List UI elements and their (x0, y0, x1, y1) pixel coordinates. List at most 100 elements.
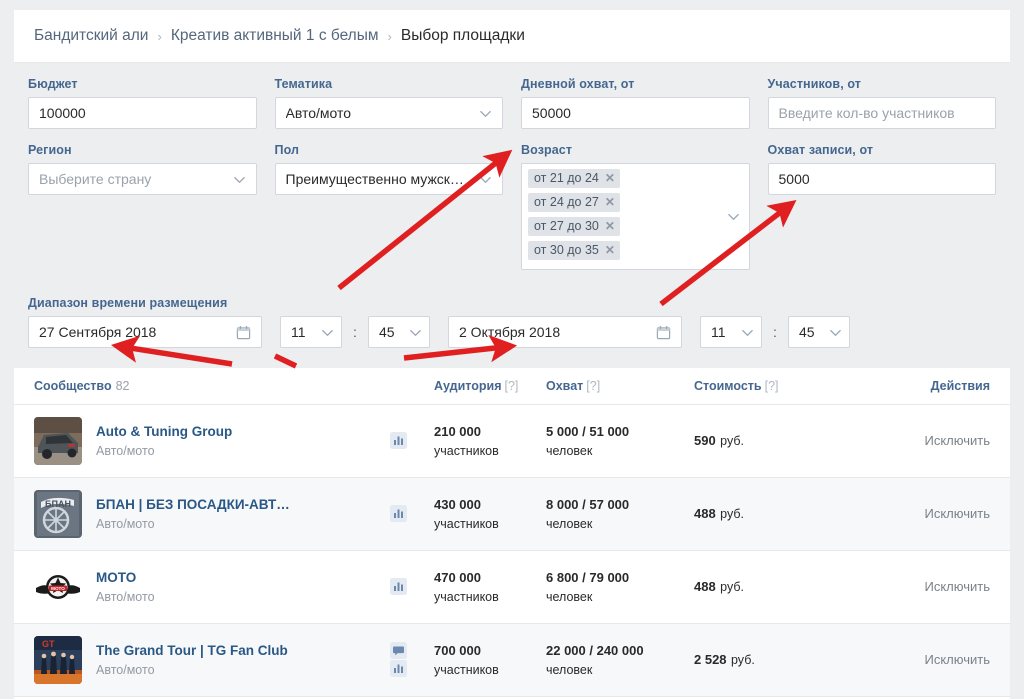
time-range-row: 27 Сентября 2018 11: 45 2 Октября 2018 … (28, 316, 996, 348)
help-icon[interactable]: [?] (505, 379, 519, 393)
help-icon[interactable]: [?] (765, 379, 779, 393)
table-row[interactable]: БПАН БПАН | БЕЗ ПОСАДКИ-АВТ… Авто/мото 4… (14, 478, 1010, 551)
cost-value: 590 (694, 433, 716, 448)
chevron-down-icon (321, 326, 334, 339)
calendar-icon[interactable] (656, 325, 671, 340)
exclude-button[interactable]: Исключить (925, 579, 991, 594)
close-icon[interactable]: ✕ (605, 172, 615, 184)
filter-region: Регион Выберите страну (28, 143, 257, 270)
stats-icon[interactable] (390, 505, 407, 523)
start-minute-select[interactable]: 45 (368, 316, 430, 348)
start-minute-value: 45 (379, 324, 395, 340)
chevron-down-icon (479, 107, 492, 120)
age-tag-label: от 21 до 24 (534, 171, 599, 185)
age-multiselect[interactable]: от 21 до 24 ✕ от 24 до 27 ✕ от 27 до 30 ✕ о… (521, 163, 750, 270)
region-select[interactable]: Выберите страну (28, 163, 257, 195)
audience-value: 210 000 (434, 424, 481, 439)
calendar-icon[interactable] (236, 325, 251, 340)
cost-unit: руб. (720, 507, 744, 521)
community-name[interactable]: MOTO (96, 570, 155, 585)
members-input[interactable]: Введите кол-во участников (767, 97, 996, 129)
breadcrumb-separator: › (387, 28, 392, 44)
filter-topic-label: Тематика (274, 77, 333, 91)
region-select-placeholder: Выберите страну (39, 171, 152, 187)
community-category: Авто/мото (96, 590, 155, 604)
daily-reach-input-value: 50000 (532, 105, 571, 121)
age-tag[interactable]: от 30 до 35 ✕ (528, 241, 620, 260)
close-icon[interactable]: ✕ (605, 220, 615, 232)
cost-unit: руб. (720, 434, 744, 448)
reach-unit: человек (546, 590, 593, 604)
reach-value: 22 000 / 240 000 (546, 643, 644, 658)
community-name[interactable]: The Grand Tour | TG Fan Club (96, 643, 288, 658)
comment-icon[interactable] (390, 642, 407, 660)
chevron-down-icon[interactable] (727, 210, 740, 223)
filter-post-reach: Охват записи, от 5000 (767, 143, 996, 270)
age-tag[interactable]: от 24 до 27 ✕ (528, 193, 620, 212)
main-card: Бандитский али › Креатив активный 1 с бе… (14, 10, 1010, 699)
community-category: Авто/мото (96, 663, 155, 677)
filter-topic: Тематика Авто/мото (274, 77, 503, 129)
filter-age-label: Возраст (521, 143, 573, 157)
reach-value: 8 000 / 57 000 (546, 497, 630, 512)
community-name[interactable]: БПАН | БЕЗ ПОСАДКИ-АВТ… (96, 497, 290, 512)
exclude-button[interactable]: Исключить (925, 506, 991, 521)
filters-panel: Бюджет 100000 Тематика Авто/мото Дневной… (14, 63, 1010, 368)
start-date-field[interactable]: 27 Сентября 2018 (28, 316, 262, 348)
cost-unit: руб. (720, 580, 744, 594)
breadcrumb-item-current: Выбор площадки (400, 27, 525, 44)
filter-budget-label: Бюджет (28, 77, 78, 91)
post-reach-input[interactable]: 5000 (767, 163, 996, 195)
breadcrumb-item-1[interactable]: Креатив активный 1 с белым (171, 27, 379, 45)
svg-text:MOTO: MOTO (51, 586, 65, 591)
budget-input[interactable]: 100000 (28, 97, 257, 129)
start-hour-select[interactable]: 11 (280, 316, 342, 348)
end-date-field[interactable]: 2 Октября 2018 (448, 316, 682, 348)
end-time-colon: : (773, 324, 777, 340)
chevron-down-icon (233, 173, 246, 186)
time-range-label: Диапазон времени размещения (28, 296, 228, 310)
filter-age: Возраст от 21 до 24 ✕ от 24 до 27 ✕ от 27 … (521, 143, 750, 270)
end-hour-select[interactable]: 11 (700, 316, 762, 348)
close-icon[interactable]: ✕ (605, 244, 615, 256)
filter-region-label: Регион (28, 143, 72, 157)
budget-input-value: 100000 (39, 105, 86, 121)
breadcrumb: Бандитский али › Креатив активный 1 с бе… (14, 10, 1010, 63)
end-minute-select[interactable]: 45 (788, 316, 850, 348)
end-date-value: 2 Октября 2018 (459, 324, 561, 340)
chevron-down-icon (479, 173, 492, 186)
stats-icon[interactable] (390, 578, 407, 596)
gender-select[interactable]: Преимущественно мужск… (274, 163, 503, 195)
cost-value: 2 528 (694, 652, 727, 667)
stats-icon[interactable] (390, 660, 407, 678)
col-header-cost: Стоимость [?] (694, 379, 866, 393)
filters-row-2: Регион Выберите страну Пол Преимуществен… (28, 143, 996, 270)
members-input-placeholder: Введите кол-во участников (778, 105, 955, 121)
age-tag-label: от 30 до 35 (534, 243, 599, 257)
filter-post-reach-label: Охват записи, от (767, 143, 874, 157)
age-tag[interactable]: от 21 до 24 ✕ (528, 169, 620, 188)
community-count: 82 (115, 379, 130, 393)
start-time-colon: : (353, 324, 357, 340)
stats-icon[interactable] (390, 432, 407, 450)
table-row[interactable]: GT The Grand Tour | TG Fan Club Авто/мот… (14, 624, 1010, 697)
close-icon[interactable]: ✕ (605, 196, 615, 208)
filter-members: Участников, от Введите кол-во участников (767, 77, 996, 129)
reach-unit: человек (546, 663, 593, 677)
col-header-reach: Охват [?] (546, 379, 694, 393)
community-name[interactable]: Auto & Tuning Group (96, 424, 232, 439)
table-row[interactable]: Auto & Tuning Group Авто/мото 210 000 уч… (14, 405, 1010, 478)
exclude-button[interactable]: Исключить (925, 433, 991, 448)
filter-gender-label: Пол (274, 143, 300, 157)
daily-reach-input[interactable]: 50000 (521, 97, 750, 129)
reach-unit: человек (546, 517, 593, 531)
age-tag[interactable]: от 27 до 30 ✕ (528, 217, 620, 236)
col-header-actions: Действия (930, 379, 990, 393)
table-row[interactable]: MOTO MOTO Авто/мото 470 000 участников 6… (14, 551, 1010, 624)
filter-daily-reach: Дневной охват, от 50000 (521, 77, 750, 129)
help-icon[interactable]: [?] (586, 379, 600, 393)
breadcrumb-item-0[interactable]: Бандитский али (34, 27, 148, 45)
community-category: Авто/мото (96, 444, 155, 458)
topic-select[interactable]: Авто/мото (274, 97, 503, 129)
exclude-button[interactable]: Исключить (925, 652, 991, 667)
